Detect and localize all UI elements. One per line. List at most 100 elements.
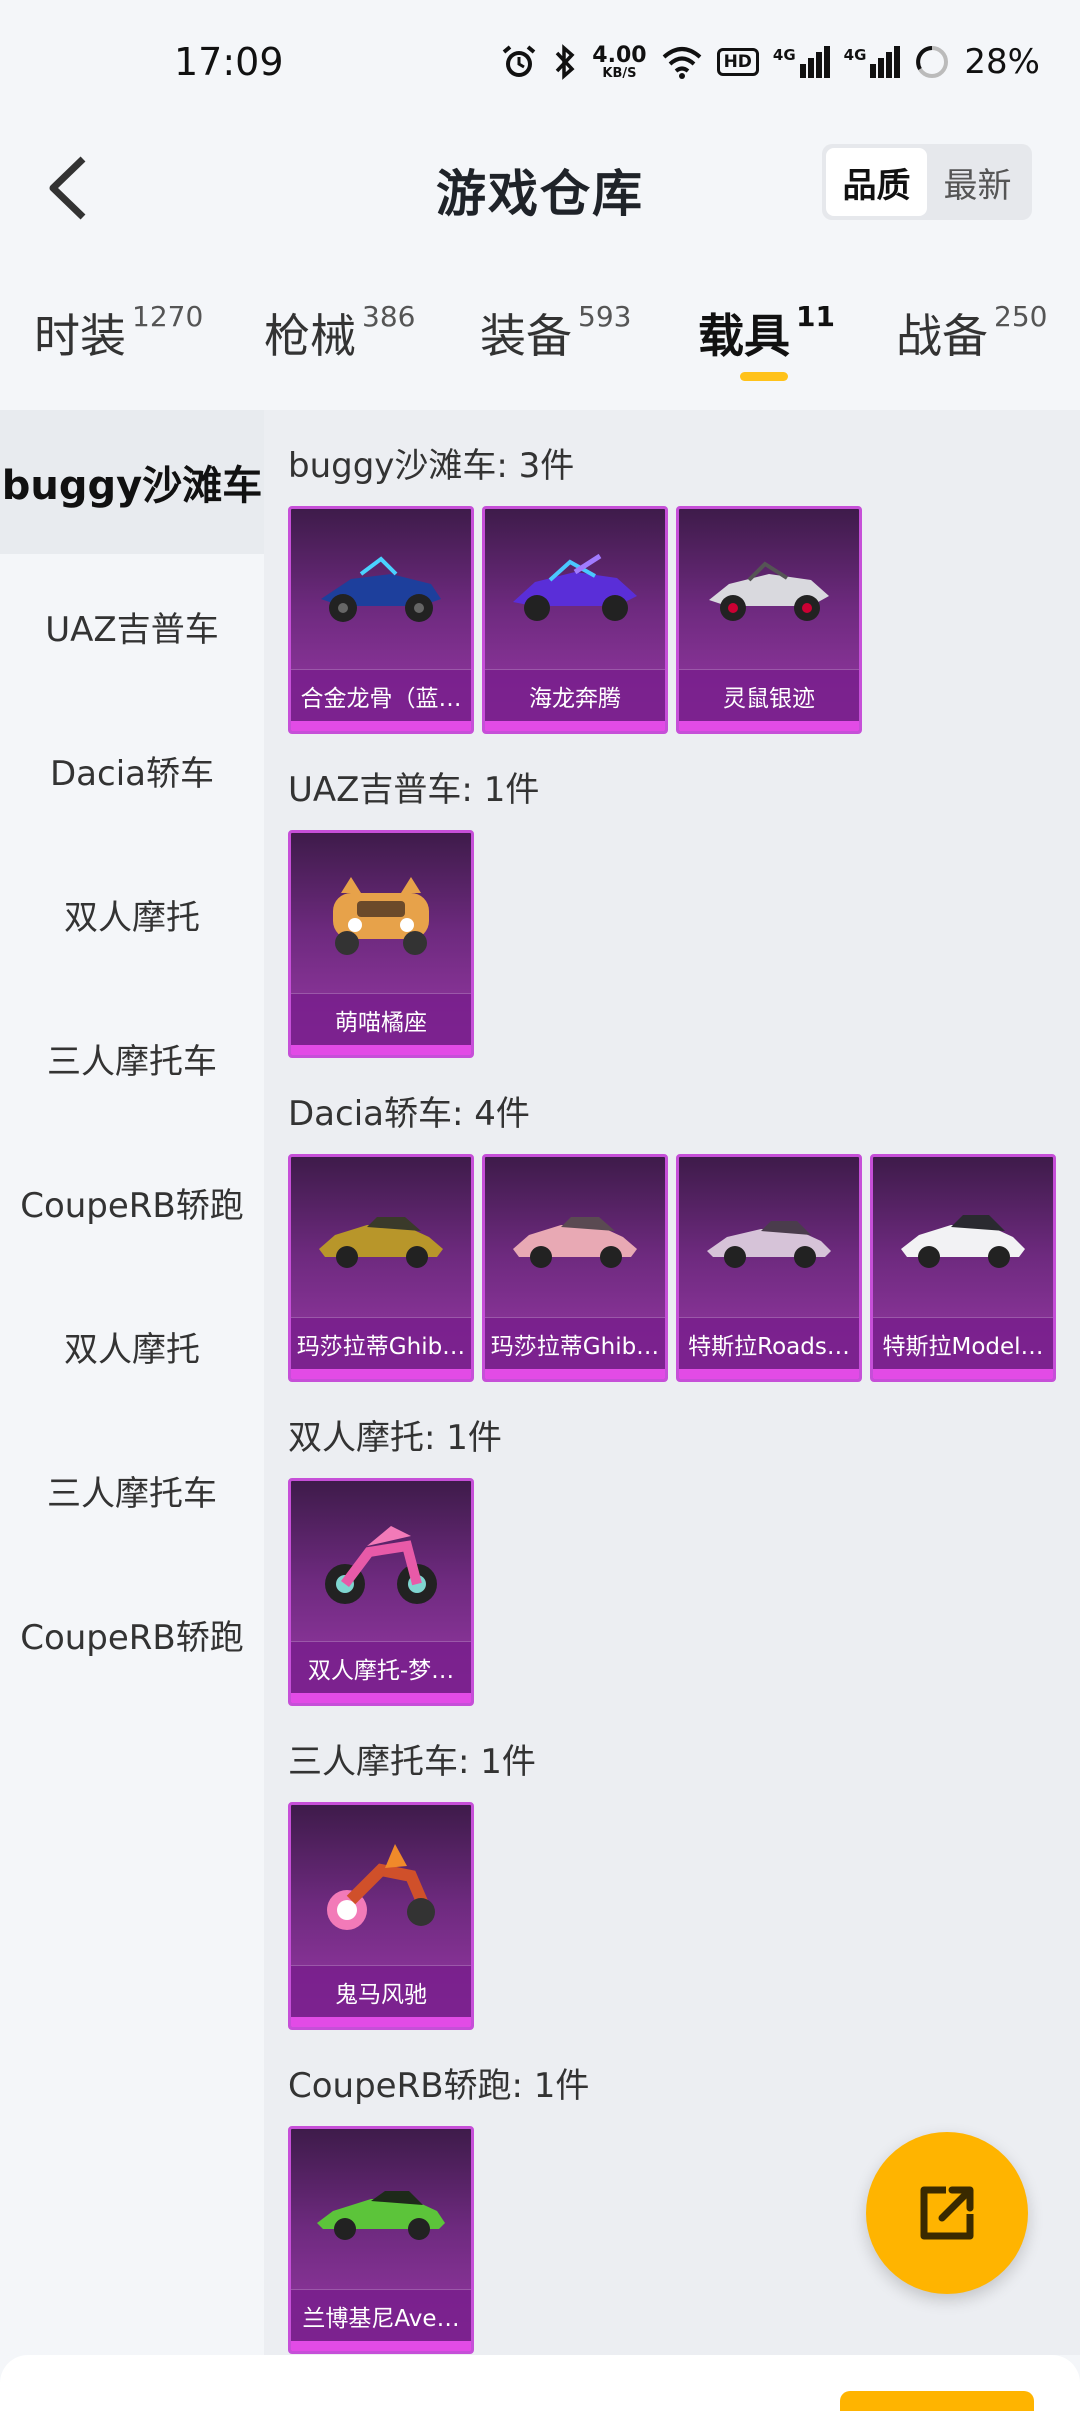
back-button[interactable] [28, 148, 108, 228]
card-name-bar: 玛莎拉蒂Ghib… [291, 1317, 471, 1369]
item-name: 兰博基尼Ave… [302, 2305, 460, 2332]
card-name-bar: 海龙奔腾 [485, 669, 665, 721]
car-icon [291, 1157, 471, 1317]
share-icon [920, 2186, 974, 2240]
active-tab-indicator [740, 372, 788, 381]
vehicle-card[interactable]: 合金龙骨（蓝… [288, 506, 474, 734]
rarity-bar [291, 1045, 471, 1055]
vehicle-card[interactable]: 海龙奔腾 [482, 506, 668, 734]
jeep-icon [291, 833, 471, 993]
signal-type-label: 4G [772, 46, 796, 64]
item-name: 玛莎拉蒂Ghib… [490, 1333, 660, 1360]
section-title: 三人摩托车: 1件 [288, 1742, 536, 1782]
vehicle-card[interactable]: 玛莎拉蒂Ghib… [482, 1154, 668, 1382]
signal-icon: 4G [773, 46, 830, 78]
sidebar-item-couperb[interactable]: CoupeRB轿跑 [0, 1562, 264, 1706]
vehicle-card[interactable]: 鬼马风驰 [288, 1802, 474, 2030]
bottom-action-bar [0, 2355, 1080, 2411]
tab-vehicles[interactable]: 载具 11 [698, 300, 835, 366]
item-name: 双人摩托-梦… [307, 1657, 455, 1684]
tab-label: 时装 [34, 309, 126, 363]
sidebar-item-two-seat-motorcycle[interactable]: 双人摩托 [0, 1274, 264, 1418]
rarity-bar [873, 1369, 1053, 1379]
card-name-bar: 特斯拉Model… [873, 1317, 1053, 1369]
sidebar-item-dacia[interactable]: Dacia轿车 [0, 698, 264, 842]
status-icons: 4.00 KB/S HD 4G 4G 28% [500, 34, 1040, 90]
vehicle-card[interactable]: 特斯拉Model… [870, 1154, 1056, 1382]
vehicle-card[interactable]: 萌喵橘座 [288, 830, 474, 1058]
tab-count: 11 [796, 300, 835, 333]
net-speed-value: 4.00 [592, 42, 647, 68]
sidebar-item-buggy[interactable]: buggy沙滩车 [0, 410, 264, 554]
card-name-bar: 合金龙骨（蓝… [291, 669, 471, 721]
motorcycle-icon [291, 1481, 471, 1641]
section-title: Dacia轿车: 4件 [288, 1094, 530, 1134]
category-tabs: 时装 1270 枪械 386 装备 593 载具 11 战备 250 [0, 290, 1080, 400]
tab-count: 386 [362, 300, 416, 333]
card-name-bar: 萌喵橘座 [291, 993, 471, 1045]
buggy-icon [485, 509, 665, 669]
tab-weapons[interactable]: 枪械 386 [264, 300, 415, 366]
status-bar: 17:09 4.00 KB/S HD 4G 4G 28% [0, 0, 1080, 130]
sidebar-item-three-seat-motorcycle[interactable]: 三人摩托车 [0, 1418, 264, 1562]
share-button[interactable] [866, 2132, 1028, 2294]
section-title: 双人摩托: 1件 [288, 1418, 502, 1458]
trike-icon [291, 1805, 471, 1965]
vehicle-card[interactable]: 兰博基尼Ave… [288, 2126, 474, 2354]
section-title: CoupeRB轿跑: 1件 [288, 2066, 590, 2106]
section-title: UAZ吉普车: 1件 [288, 770, 540, 810]
rarity-bar [291, 1693, 471, 1703]
card-name-bar: 特斯拉Roads… [679, 1317, 859, 1369]
tab-count: 1270 [132, 300, 204, 333]
vehicle-card[interactable]: 玛莎拉蒂Ghib… [288, 1154, 474, 1382]
item-name: 特斯拉Roads… [688, 1333, 850, 1360]
hd-badge: HD [716, 48, 759, 76]
card-name-bar: 兰博基尼Ave… [291, 2289, 471, 2341]
sort-toggle: 品质 最新 [822, 144, 1032, 220]
vehicle-card[interactable]: 灵鼠银迹 [676, 506, 862, 734]
tab-supplies[interactable]: 战备 250 [896, 300, 1047, 366]
battery-percent: 28% [964, 42, 1040, 82]
item-name: 合金龙骨（蓝… [300, 685, 462, 712]
sidebar-item-two-seat-motorcycle[interactable]: 双人摩托 [0, 842, 264, 986]
card-name-bar: 鬼马风驰 [291, 1965, 471, 2017]
rarity-bar [485, 721, 665, 731]
net-speed: 4.00 KB/S [592, 42, 647, 80]
item-name: 鬼马风驰 [335, 1981, 427, 2008]
tab-fashion[interactable]: 时装 1270 [34, 300, 203, 366]
wifi-icon [661, 45, 703, 79]
car-icon [485, 1157, 665, 1317]
alarm-icon [500, 43, 538, 81]
sort-quality-button[interactable]: 品质 [826, 148, 927, 216]
item-name: 灵鼠银迹 [723, 685, 815, 712]
rarity-bar [291, 2341, 471, 2351]
game-warehouse-screen: 17:09 4.00 KB/S HD 4G 4G 28% 游戏仓库 品质 最新 … [0, 0, 1080, 2411]
car-icon [873, 1157, 1053, 1317]
rarity-bar [291, 1369, 471, 1379]
card-name-bar: 灵鼠银迹 [679, 669, 859, 721]
battery-icon [914, 44, 950, 80]
signal-icon: 4G [844, 46, 901, 78]
card-name-bar: 双人摩托-梦… [291, 1641, 471, 1693]
tab-label: 载具 [698, 309, 790, 363]
vehicle-card[interactable]: 特斯拉Roads… [676, 1154, 862, 1382]
car-icon [679, 1157, 859, 1317]
vehicle-card[interactable]: 双人摩托-梦… [288, 1478, 474, 1706]
tab-equipment[interactable]: 装备 593 [480, 300, 631, 366]
buggy-icon [679, 509, 859, 669]
app-header: 游戏仓库 品质 最新 [0, 130, 1080, 250]
bottom-action-button[interactable] [840, 2391, 1034, 2411]
sort-latest-button[interactable]: 最新 [927, 148, 1028, 216]
signal-type-label: 4G [843, 46, 867, 64]
rarity-bar [291, 2017, 471, 2027]
tab-count: 593 [578, 300, 632, 333]
tab-label: 枪械 [264, 309, 356, 363]
vehicle-type-sidebar: buggy沙滩车 UAZ吉普车 Dacia轿车 双人摩托 三人摩托车 Coupe… [0, 410, 264, 2411]
sidebar-item-three-seat-motorcycle[interactable]: 三人摩托车 [0, 986, 264, 1130]
sidebar-item-uaz[interactable]: UAZ吉普车 [0, 554, 264, 698]
item-name: 特斯拉Model… [882, 1333, 1044, 1360]
sidebar-item-couperb[interactable]: CoupeRB轿跑 [0, 1130, 264, 1274]
item-name: 玛莎拉蒂Ghib… [296, 1333, 466, 1360]
vehicle-list: buggy沙滩车: 3件 合金龙骨（蓝… 海龙奔腾 灵鼠银迹 UAZ吉普车: 1… [264, 410, 1080, 2355]
status-time: 17:09 [174, 40, 284, 84]
